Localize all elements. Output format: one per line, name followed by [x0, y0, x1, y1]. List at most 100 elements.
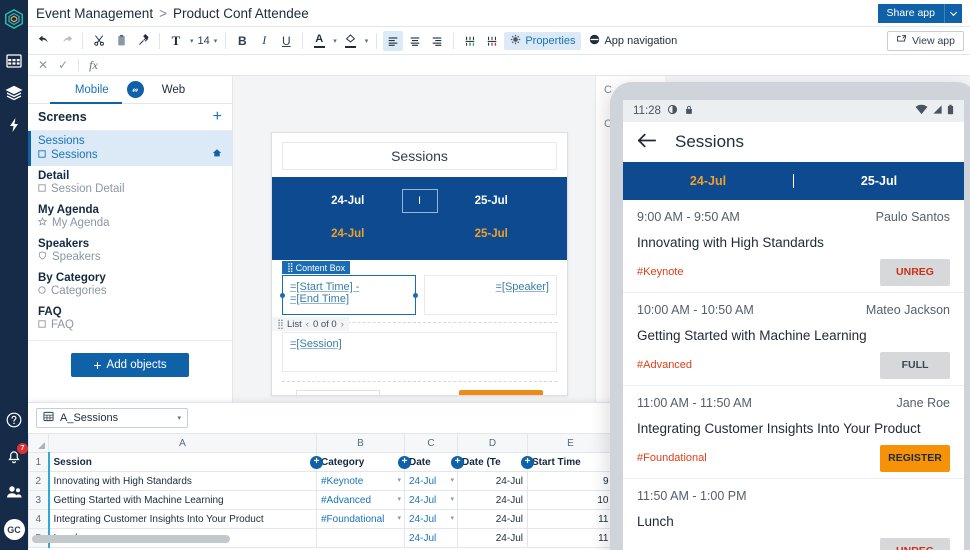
- link-icon[interactable]: [126, 81, 144, 98]
- chevron-down-icon[interactable]: ▾: [450, 514, 454, 522]
- column-header-a[interactable]: A: [48, 433, 317, 453]
- title-widget[interactable]: Sessions: [282, 142, 557, 170]
- chevron-down-icon[interactable]: ▾: [397, 495, 401, 503]
- font-family-button[interactable]: T: [166, 31, 186, 51]
- cell-session[interactable]: Innovating with High Standards: [47, 471, 317, 491]
- close-icon[interactable]: ✕: [38, 58, 48, 72]
- fill-color-caret-icon[interactable]: ▾: [363, 37, 371, 45]
- sidebar-item-my-agenda[interactable]: My Agenda My Agenda: [28, 200, 232, 234]
- plus-icon[interactable]: +: [213, 109, 222, 125]
- arrow-left-icon[interactable]: [637, 132, 657, 152]
- session-action-button[interactable]: FULL: [880, 351, 950, 379]
- text-color-icon[interactable]: A: [309, 31, 329, 51]
- chevron-down-icon[interactable]: ▾: [450, 495, 454, 503]
- cell-category[interactable]: #Foundational ▾: [316, 509, 405, 529]
- cell-start-time[interactable]: 11: [527, 509, 615, 529]
- chevron-down-icon[interactable]: ▾: [397, 514, 401, 522]
- plus-circle-icon[interactable]: +: [310, 456, 323, 469]
- font-size-caret-icon[interactable]: ▾: [212, 37, 220, 45]
- sidebar-item-speakers[interactable]: Speakers Speakers: [28, 234, 232, 268]
- header-cell-session[interactable]: Session +: [47, 452, 323, 472]
- header-cell-start-time[interactable]: Start Time: [527, 452, 615, 472]
- band-date-right-orange[interactable]: 25-Jul: [438, 228, 546, 240]
- column-header-d[interactable]: D: [457, 433, 528, 453]
- view-app-button[interactable]: View app: [886, 30, 964, 51]
- time-cell[interactable]: =[Start Time] - =[End Time]: [280, 275, 418, 315]
- register-action-peek[interactable]: [459, 390, 543, 395]
- column-header-b[interactable]: B: [316, 433, 405, 453]
- list-item[interactable]: 11:00 AM - 11:50 AM Jane Roe Integrating…: [623, 386, 964, 479]
- session-action-button[interactable]: REGISTER: [880, 444, 950, 472]
- italic-button[interactable]: I: [254, 31, 274, 51]
- check-icon[interactable]: ✓: [58, 58, 68, 72]
- cell-session[interactable]: Integrating Customer Insights Into Your …: [47, 509, 317, 529]
- underline-button[interactable]: U: [276, 31, 296, 51]
- drag-handle-icon[interactable]: ⣿: [287, 262, 294, 273]
- cell-date[interactable]: 24-Jul ▾: [404, 490, 458, 510]
- chevron-left-icon[interactable]: ‹: [306, 319, 309, 330]
- date-tab-band-widget[interactable]: 24-Jul I 25-Jul 24-Jul 25-Jul ⣿ List ‹ 0…: [272, 177, 567, 331]
- chevron-down-icon[interactable]: ▾: [177, 414, 181, 422]
- column-header-e[interactable]: E: [527, 433, 614, 453]
- speaker-cell[interactable]: =[Speaker]: [423, 275, 557, 315]
- avatar[interactable]: GC: [3, 519, 25, 540]
- content-box-tag[interactable]: ⣿ Content Box: [282, 261, 351, 274]
- list-item[interactable]: 9:00 AM - 9:50 AM Paulo Santos Innovatin…: [623, 200, 964, 293]
- align-center-icon[interactable]: [405, 31, 425, 51]
- table-selector[interactable]: A_Sessions ▾: [36, 408, 188, 428]
- resize-handle-left[interactable]: [280, 292, 285, 298]
- redo-icon[interactable]: [56, 31, 76, 51]
- cell-start-time[interactable]: 9: [527, 471, 615, 491]
- band-date-left[interactable]: 24-Jul: [294, 195, 402, 207]
- row-number[interactable]: 2: [28, 471, 49, 491]
- scissors-icon[interactable]: [89, 31, 109, 51]
- breadcrumb-screen[interactable]: Product Conf Attendee: [173, 6, 309, 21]
- list-widget-tag[interactable]: ⣿ List ‹ 0 of 0 ›: [272, 317, 349, 331]
- tab-mobile[interactable]: Mobile: [75, 84, 109, 96]
- share-app-button[interactable]: Share app: [877, 3, 944, 23]
- automation-bolt-icon[interactable]: [5, 116, 23, 134]
- cell-category[interactable]: #Keynote ▾: [316, 471, 405, 491]
- cell-start-time[interactable]: 10: [527, 490, 615, 510]
- text-color-caret-icon[interactable]: ▾: [331, 37, 339, 45]
- cell-date-text[interactable]: 24-Jul: [457, 471, 528, 491]
- undo-icon[interactable]: [34, 31, 54, 51]
- scrollbar-thumb[interactable]: [32, 535, 230, 543]
- list-item[interactable]: 11:50 AM - 1:00 PM Lunch UNREG: [623, 479, 964, 550]
- layers-icon[interactable]: [5, 84, 23, 102]
- chevron-down-icon[interactable]: [944, 3, 962, 23]
- row-number[interactable]: 1: [28, 452, 49, 472]
- app-navigation-button[interactable]: App navigation: [583, 32, 683, 50]
- properties-button[interactable]: Properties: [504, 31, 582, 50]
- help-circle-icon[interactable]: [5, 411, 23, 429]
- session-action-button[interactable]: UNREG: [880, 258, 950, 286]
- tab-25-jul[interactable]: 25-Jul: [794, 174, 964, 188]
- list-item[interactable]: 10:00 AM - 10:50 AM Mateo Jackson Gettin…: [623, 293, 964, 386]
- clipboard-icon[interactable]: [111, 31, 131, 51]
- session-cell[interactable]: =[Session]: [282, 332, 557, 372]
- sidebar-item-sessions[interactable]: Sessions Sessions: [28, 131, 232, 166]
- resize-handle-right[interactable]: [412, 292, 418, 298]
- sidebar-item-detail[interactable]: Detail Session Detail: [28, 166, 232, 200]
- home-icon[interactable]: [212, 148, 222, 161]
- breadcrumb-app[interactable]: Event Management: [36, 6, 153, 21]
- cell-date[interactable]: 24-Jul ▾: [404, 509, 458, 529]
- band-date-left-orange[interactable]: 24-Jul: [294, 228, 402, 240]
- header-cell-date-text[interactable]: Date (Te +: [457, 452, 534, 472]
- cell-category[interactable]: #Advanced ▾: [316, 490, 405, 510]
- chevron-down-icon[interactable]: ▾: [397, 476, 401, 484]
- font-size-value[interactable]: 14: [198, 35, 210, 47]
- column-header-c[interactable]: C: [404, 433, 458, 453]
- cell-session[interactable]: Getting Started with Machine Learning: [47, 490, 317, 510]
- tab-24-jul[interactable]: 24-Jul: [623, 174, 793, 188]
- row-number[interactable]: 3: [28, 490, 49, 510]
- align-right-icon[interactable]: [427, 31, 447, 51]
- secondary-action-peek[interactable]: [296, 390, 380, 395]
- fill-color-icon[interactable]: [341, 31, 361, 51]
- row-number[interactable]: 4: [28, 509, 49, 529]
- header-cell-date[interactable]: Date +: [404, 452, 464, 472]
- add-objects-button[interactable]: + Add objects: [71, 353, 189, 377]
- band-date-right[interactable]: 25-Jul: [438, 195, 546, 207]
- band-text-cursor[interactable]: I: [401, 189, 438, 213]
- appsheet-logo[interactable]: [3, 8, 25, 30]
